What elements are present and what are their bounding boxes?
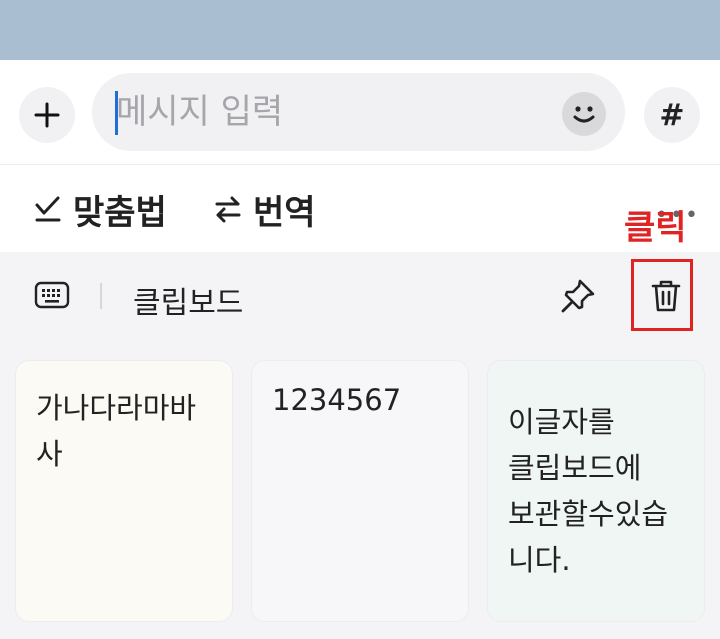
message-field[interactable] bbox=[92, 73, 625, 151]
keyboard-icon[interactable] bbox=[34, 280, 70, 310]
click-highlight-box bbox=[631, 259, 693, 331]
clipboard-header: 클립보드 bbox=[0, 252, 720, 340]
emoji-button[interactable] bbox=[562, 92, 606, 136]
message-input[interactable] bbox=[116, 82, 556, 142]
compose-bar: # bbox=[0, 60, 720, 165]
check-icon bbox=[35, 196, 61, 222]
pin-button[interactable] bbox=[558, 276, 598, 316]
hashtag-button[interactable]: # bbox=[644, 87, 700, 143]
click-annotation-label: 클릭 bbox=[624, 208, 687, 248]
spell-check-label: 맞춤법 bbox=[73, 192, 167, 233]
add-attachment-button[interactable] bbox=[19, 87, 75, 143]
translate-button[interactable]: 번역 bbox=[213, 189, 316, 233]
smile-icon bbox=[573, 106, 595, 123]
clipboard-items: 가나다라마바 사 1234567 이글자를 클립보드에 보관할수있습 니다. bbox=[0, 340, 720, 639]
swap-arrows-icon bbox=[215, 196, 241, 223]
status-bar-area bbox=[0, 0, 720, 60]
keyboard-tools-row: 맞춤법 번역 ••• bbox=[0, 165, 720, 252]
spell-check-button[interactable]: 맞춤법 bbox=[33, 189, 167, 233]
clipboard-item[interactable]: 이글자를 클립보드에 보관할수있습 니다. bbox=[487, 360, 705, 622]
plus-icon bbox=[34, 102, 60, 128]
clipboard-item[interactable]: 1234567 bbox=[251, 360, 469, 622]
clipboard-title: 클립보드 bbox=[133, 286, 244, 321]
header-divider bbox=[100, 283, 102, 309]
pin-icon bbox=[561, 279, 595, 313]
translate-label: 번역 bbox=[253, 192, 316, 233]
clipboard-item[interactable]: 가나다라마바 사 bbox=[15, 360, 233, 622]
hash-icon: # bbox=[659, 97, 685, 133]
